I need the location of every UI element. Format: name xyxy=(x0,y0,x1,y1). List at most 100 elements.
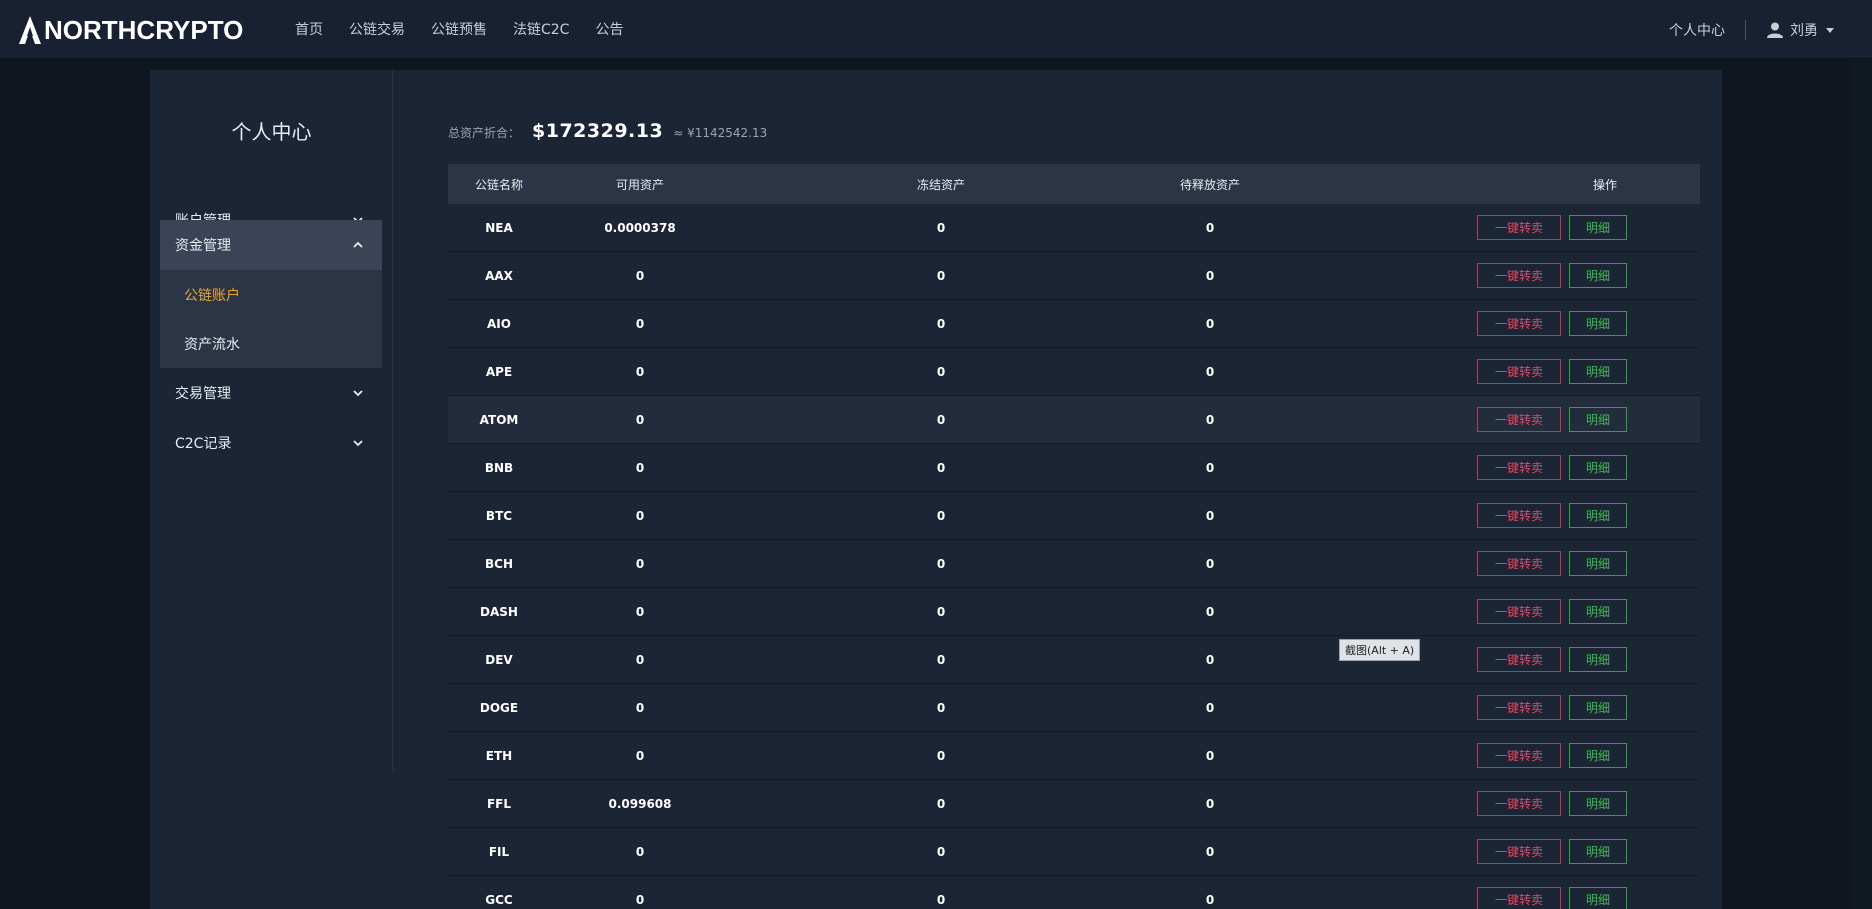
cell-coin-name: BNB xyxy=(484,460,514,475)
sidebar-item-label: 资金管理 xyxy=(175,238,231,254)
detail-button[interactable]: 明细 xyxy=(1569,311,1627,336)
resell-button[interactable]: 一键转卖 xyxy=(1477,263,1561,288)
personal-center-link[interactable]: 个人中心 xyxy=(1669,20,1725,40)
resell-button[interactable]: 一键转卖 xyxy=(1477,695,1561,720)
resell-button[interactable]: 一键转卖 xyxy=(1477,791,1561,816)
table-row: AAX 0 0 0 一键转卖 明细 xyxy=(448,252,1700,300)
cell-pending: 0 xyxy=(1205,652,1215,667)
sidebar-subitem-chain-account[interactable]: 公链账户 xyxy=(160,270,382,319)
resell-button[interactable]: 一键转卖 xyxy=(1477,215,1561,240)
table-row: DEV 0 0 0 一键转卖 明细 xyxy=(448,636,1700,684)
cell-coin-name: FFL xyxy=(486,796,512,811)
row-actions: 一键转卖 明细 xyxy=(1300,599,1700,624)
cell-frozen: 0 xyxy=(936,892,946,907)
row-actions: 一键转卖 明细 xyxy=(1300,311,1700,336)
cell-available: 0 xyxy=(635,748,645,763)
cell-coin-name: DOGE xyxy=(479,700,519,715)
caret-down-icon xyxy=(1826,27,1834,33)
main-panel: 个人中心 账户管理 资金管理 公链账户 资产流水 交易管理 C2C记录 总资产折… xyxy=(150,70,1722,909)
detail-button[interactable]: 明细 xyxy=(1569,455,1627,480)
table-row: ETH 0 0 0 一键转卖 明细 xyxy=(448,732,1700,780)
asset-summary: 总资产折合： $172329.13 ≈ ¥1142542.13 xyxy=(448,120,767,142)
cell-frozen: 0 xyxy=(936,604,946,619)
cell-frozen: 0 xyxy=(936,316,946,331)
logo-mark-icon xyxy=(19,16,41,44)
cell-frozen: 0 xyxy=(936,412,946,427)
table-row: AIO 0 0 0 一键转卖 明细 xyxy=(448,300,1700,348)
resell-button[interactable]: 一键转卖 xyxy=(1477,503,1561,528)
chevron-down-icon xyxy=(353,390,363,397)
nav-item-chain-trade[interactable]: 公链交易 xyxy=(349,20,405,40)
brand-name: NORTHCRYPTO xyxy=(44,14,244,45)
sidebar-title: 个人中心 xyxy=(231,120,312,144)
detail-button[interactable]: 明细 xyxy=(1569,599,1627,624)
sidebar-item-c2c-records[interactable]: C2C记录 xyxy=(160,418,382,468)
row-actions: 一键转卖 明细 xyxy=(1300,407,1700,432)
resell-button[interactable]: 一键转卖 xyxy=(1477,743,1561,768)
resell-button[interactable]: 一键转卖 xyxy=(1477,359,1561,384)
cell-available: 0 xyxy=(635,268,645,283)
cell-available: 0 xyxy=(635,364,645,379)
cell-available: 0 xyxy=(635,460,645,475)
resell-button[interactable]: 一键转卖 xyxy=(1477,407,1561,432)
resell-button[interactable]: 一键转卖 xyxy=(1477,887,1561,909)
cell-available: 0 xyxy=(635,892,645,907)
cell-available: 0 xyxy=(635,652,645,667)
detail-button[interactable]: 明细 xyxy=(1569,647,1627,672)
user-menu[interactable]: 刘勇 xyxy=(1766,20,1834,40)
cell-available: 0 xyxy=(635,316,645,331)
resell-button[interactable]: 一键转卖 xyxy=(1477,599,1561,624)
detail-button[interactable]: 明细 xyxy=(1569,839,1627,864)
cell-coin-name: ATOM xyxy=(479,412,519,427)
resell-button[interactable]: 一键转卖 xyxy=(1477,551,1561,576)
row-actions: 一键转卖 明细 xyxy=(1300,791,1700,816)
cell-frozen: 0 xyxy=(936,796,946,811)
detail-button[interactable]: 明细 xyxy=(1569,551,1627,576)
nav-item-home[interactable]: 首页 xyxy=(295,20,323,40)
detail-button[interactable]: 明细 xyxy=(1569,887,1627,909)
table-row: BCH 0 0 0 一键转卖 明细 xyxy=(448,540,1700,588)
table-row: FIL 0 0 0 一键转卖 明细 xyxy=(448,828,1700,876)
table-row: GCC 0 0 0 一键转卖 明细 xyxy=(448,876,1700,909)
page-scrollbar[interactable] xyxy=(1850,59,1872,909)
resell-button[interactable]: 一键转卖 xyxy=(1477,839,1561,864)
row-actions: 一键转卖 明细 xyxy=(1300,743,1700,768)
cell-pending: 0 xyxy=(1205,748,1215,763)
nav-item-c2c[interactable]: 法链C2C xyxy=(513,20,569,40)
col-header-frozen: 冻结资产 xyxy=(916,177,965,192)
detail-button[interactable]: 明细 xyxy=(1569,503,1627,528)
nav-item-chain-presale[interactable]: 公链预售 xyxy=(431,20,487,40)
detail-button[interactable]: 明细 xyxy=(1569,359,1627,384)
cell-available: 0 xyxy=(635,412,645,427)
cell-coin-name: FIL xyxy=(488,844,510,859)
row-actions: 一键转卖 明细 xyxy=(1300,359,1700,384)
chevron-up-icon xyxy=(353,241,363,248)
nav-item-announcements[interactable]: 公告 xyxy=(595,20,623,40)
cell-coin-name: DASH xyxy=(480,604,518,619)
resell-button[interactable]: 一键转卖 xyxy=(1477,311,1561,336)
table-row: FFL 0.099608 0 0 一键转卖 明细 xyxy=(448,780,1700,828)
top-right-area: 个人中心 刘勇 xyxy=(1669,20,1834,40)
resell-button[interactable]: 一键转卖 xyxy=(1477,455,1561,480)
cell-frozen: 0 xyxy=(936,364,946,379)
sidebar-subitem-asset-flow[interactable]: 资产流水 xyxy=(160,319,382,368)
cell-available: 0 xyxy=(635,844,645,859)
cell-coin-name: ETH xyxy=(485,748,513,763)
cell-frozen: 0 xyxy=(936,652,946,667)
detail-button[interactable]: 明细 xyxy=(1569,743,1627,768)
row-actions: 一键转卖 明细 xyxy=(1300,551,1700,576)
detail-button[interactable]: 明细 xyxy=(1569,791,1627,816)
cell-pending: 0 xyxy=(1205,508,1215,523)
resell-button[interactable]: 一键转卖 xyxy=(1477,647,1561,672)
detail-button[interactable]: 明细 xyxy=(1569,695,1627,720)
top-divider xyxy=(1745,20,1746,40)
sidebar-item-funds[interactable]: 资金管理 xyxy=(160,220,382,270)
detail-button[interactable]: 明细 xyxy=(1569,215,1627,240)
cell-pending: 0 xyxy=(1205,700,1215,715)
sidebar-item-trade[interactable]: 交易管理 xyxy=(160,368,382,418)
cell-coin-name: NEA xyxy=(485,220,513,235)
cell-coin-name: AIO xyxy=(487,316,511,331)
detail-button[interactable]: 明细 xyxy=(1569,407,1627,432)
brand-logo[interactable]: NORTHCRYPTO xyxy=(18,14,243,46)
detail-button[interactable]: 明细 xyxy=(1569,263,1627,288)
